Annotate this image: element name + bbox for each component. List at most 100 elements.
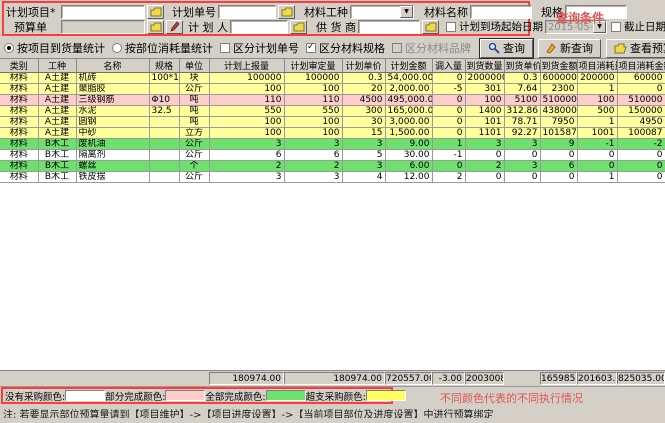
table-row[interactable]: 材料B木工铁皮摆公斤33412.00200010: [0, 172, 665, 183]
table-row[interactable]: 材料B木工废机油公斤3339.001339-1-2: [0, 139, 665, 150]
table-cell: 材料: [0, 106, 38, 117]
new-query-button[interactable]: 新查询: [538, 39, 601, 58]
table-cell: 0: [432, 117, 465, 128]
planner-input[interactable]: [230, 20, 288, 34]
checkbox-icon: [446, 22, 456, 32]
column-header[interactable]: 规格: [149, 59, 179, 73]
browse-folder-icon: [281, 7, 293, 17]
table-row[interactable]: 材料A土建聚脂胶公斤100100202,000.00-53017.6423001…: [0, 84, 665, 95]
table-row[interactable]: 材料B木工螺丝个2236.00023600: [0, 161, 665, 172]
column-header[interactable]: 到货单价: [504, 59, 540, 73]
table-cell: 中砂: [76, 128, 149, 139]
budget-input[interactable]: [61, 20, 145, 34]
table-row[interactable]: 材料B木工隔离剂公斤66530.00-100000: [0, 150, 665, 161]
table-cell: 150000: [617, 106, 665, 117]
browse-folder-icon: [150, 22, 162, 32]
table-cell: 0: [540, 172, 577, 183]
table-row[interactable]: 材料A土建中砂立方100100151,500.000110192.2710158…: [0, 128, 665, 139]
table-cell: 100: [284, 84, 342, 95]
table-cell: 9.00: [385, 139, 432, 150]
plan-project-browse-button[interactable]: [147, 5, 164, 19]
deadline-checkbox[interactable]: 截止日期: [611, 19, 665, 34]
plan-project-label: 计划项目*: [6, 4, 59, 20]
checkbox-split-brand[interactable]: 区分材料品牌: [392, 40, 471, 56]
table-cell: 0: [577, 161, 617, 172]
table-cell: 3: [465, 139, 504, 150]
table-cell: 废机油: [76, 139, 149, 150]
column-header[interactable]: 调入量: [432, 59, 465, 73]
table-cell: 3: [504, 161, 540, 172]
table-cell: A土建: [38, 128, 76, 139]
totals-bar: 180974.00 180974.00 720557.00 -3.00 2003…: [0, 371, 665, 387]
legend-box: 没有采购颜色: 部分完成颜色: 全部完成颜色: 超支采购颜色:: [1, 387, 393, 404]
plan-no-browse-button[interactable]: [278, 5, 295, 19]
table-cell: 510000: [540, 95, 577, 106]
table-cell: 个: [179, 161, 209, 172]
budget-edit-button[interactable]: [166, 20, 183, 34]
supplier-input[interactable]: [358, 20, 420, 34]
radio-stat-by-part[interactable]: 按部位消耗量统计: [112, 40, 213, 56]
material-name-input[interactable]: [470, 5, 532, 19]
query-button[interactable]: 查询: [480, 39, 533, 58]
checkbox-label: 区分材料品牌: [405, 40, 471, 56]
material-name-label: 材料名称: [424, 4, 468, 20]
table-cell: 100*115*53: [149, 73, 179, 84]
table-cell: -5: [432, 84, 465, 95]
view-budget-button[interactable]: 查看预算单: [606, 39, 665, 58]
table-cell: 550: [209, 106, 284, 117]
table-row[interactable]: 材料A土建圆钢吨100100303,000.00010178.717950149…: [0, 117, 665, 128]
legend-row: 没有采购颜色: 部分完成颜色: 全部完成颜色: 超支采购颜色: 不同颜色代表的不…: [0, 387, 665, 404]
column-header[interactable]: 计划上报量: [209, 59, 284, 73]
legend-swatch-over: [366, 390, 406, 401]
table-cell: 2300: [540, 84, 577, 95]
column-header[interactable]: 计划金额: [385, 59, 432, 73]
table-cell: 100: [209, 128, 284, 139]
table-row[interactable]: 材料A土建水泥32.5吨550550300165,000.0001400312.…: [0, 106, 665, 117]
app-window: 计划项目* 计划单号 材料工种 ▼ 材料名称 规格: [0, 0, 665, 423]
table-cell: -2: [617, 139, 665, 150]
table-row[interactable]: 材料A土建机砖100*115*53块1000001000000.354,000.…: [0, 73, 665, 84]
legend-caption: 不同颜色代表的不同执行情况: [440, 390, 583, 406]
table-cell: 3: [342, 161, 385, 172]
column-header[interactable]: 工种: [38, 59, 76, 73]
table-cell: 0: [432, 128, 465, 139]
column-header[interactable]: 项目消耗量: [577, 59, 617, 73]
table-cell: 1: [577, 84, 617, 95]
table-cell: 4950: [617, 117, 665, 128]
column-header[interactable]: 计划审定量: [284, 59, 342, 73]
checkbox-split-spec[interactable]: 区分材料规格: [306, 40, 385, 56]
query-panel: 计划项目* 计划单号 材料工种 ▼ 材料名称 规格: [0, 0, 665, 38]
planner-browse-button[interactable]: [290, 20, 307, 34]
radio-label: 按部位消耗量统计: [125, 40, 213, 56]
table-cell: 6: [209, 150, 284, 161]
column-header[interactable]: 名称: [76, 59, 149, 73]
checkbox-split-plan-no[interactable]: 区分计划单号: [220, 40, 299, 56]
column-header[interactable]: 类别: [0, 59, 38, 73]
budget-browse-button[interactable]: [147, 20, 164, 34]
plan-no-input[interactable]: [218, 5, 276, 19]
chevron-down-icon[interactable]: ▼: [400, 6, 413, 18]
table-cell: [149, 84, 179, 95]
plan-project-input[interactable]: [61, 5, 145, 19]
arrive-start-checkbox[interactable]: 计划到场起始日期: [446, 19, 543, 34]
table-cell: 材料: [0, 128, 38, 139]
column-header[interactable]: 到货数量: [465, 59, 504, 73]
column-header[interactable]: 到货金额: [540, 59, 577, 73]
checkbox-icon: [611, 22, 621, 32]
table-cell: 500: [577, 106, 617, 117]
supplier-browse-button[interactable]: [422, 20, 439, 34]
radio-stat-by-project[interactable]: 按项目到货量统计: [4, 40, 105, 56]
toolbar: 按项目到货量统计 按部位消耗量统计 区分计划单号 区分材料规格 区分材料品牌 查…: [0, 38, 665, 59]
query-condition-box: 计划项目* 计划单号 材料工种 ▼ 材料名称 规格: [2, 1, 530, 36]
table-cell: 1,500.00: [385, 128, 432, 139]
table-cell: 7.64: [504, 84, 540, 95]
table-row[interactable]: 材料A土建三级钢筋Φ10吨1101104500495,000.000100510…: [0, 95, 665, 106]
column-header[interactable]: 计划单价: [342, 59, 385, 73]
column-header[interactable]: 单位: [179, 59, 209, 73]
table-cell: Φ10: [149, 95, 179, 106]
table-cell: 吨: [179, 117, 209, 128]
material-trade-select[interactable]: ▼: [350, 5, 414, 19]
table-cell: 1: [577, 172, 617, 183]
column-header[interactable]: 项目消耗金额: [617, 59, 665, 73]
new-query-icon: [546, 43, 557, 54]
